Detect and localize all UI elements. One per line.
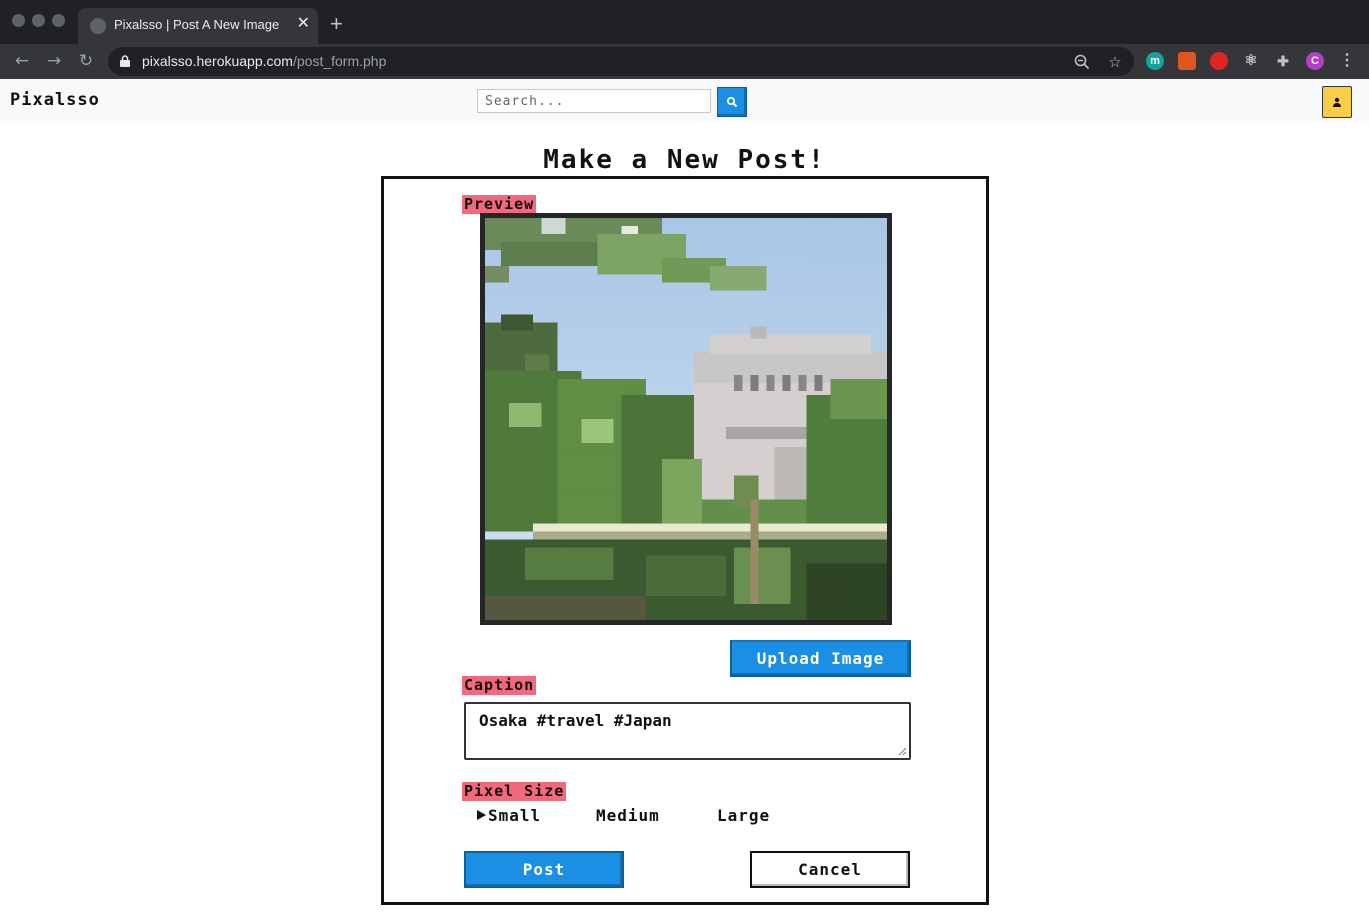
pixel-size-large[interactable]: Large xyxy=(717,806,770,825)
resize-grip-icon[interactable] xyxy=(897,746,907,756)
user-icon xyxy=(1333,97,1341,107)
extension-react-icon[interactable]: ⚛ xyxy=(1242,52,1260,70)
browser-tab-bar: Pixalsso | Post A New Image ✕ + xyxy=(0,0,1369,44)
upload-image-button[interactable]: Upload Image xyxy=(730,640,911,677)
account-button[interactable] xyxy=(1322,86,1352,118)
caption-label: Caption xyxy=(462,676,537,695)
caption-input[interactable]: Osaka #travel #Japan xyxy=(464,702,911,760)
extension-m-icon[interactable]: m xyxy=(1146,52,1164,70)
forward-arrow-icon[interactable]: → xyxy=(42,49,66,73)
address-bar[interactable]: pixalsso.herokuapp.com/post_form.php ☆ xyxy=(108,47,1134,76)
extension-shield-icon[interactable] xyxy=(1178,52,1196,70)
browser-tab[interactable]: Pixalsso | Post A New Image ✕ xyxy=(78,8,318,44)
cancel-button[interactable]: Cancel xyxy=(750,851,910,888)
tab-title: Pixalsso | Post A New Image xyxy=(114,17,280,32)
lock-icon xyxy=(120,55,130,67)
close-icon[interactable]: ✕ xyxy=(297,14,310,34)
window-close-dot[interactable] xyxy=(12,14,25,27)
page-title: Make a New Post! xyxy=(543,145,826,175)
extensions-puzzle-icon[interactable]: ✚ xyxy=(1274,52,1292,70)
zoom-icon[interactable] xyxy=(1072,52,1092,72)
window-minimize-dot[interactable] xyxy=(32,14,45,27)
back-arrow-icon[interactable]: ← xyxy=(10,49,34,73)
search-input[interactable] xyxy=(477,89,711,113)
browser-toolbar: ← → ↻ pixalsso.herokuapp.com/post_form.p… xyxy=(0,44,1369,79)
extension-hand-icon[interactable] xyxy=(1210,52,1228,70)
profile-avatar[interactable]: C xyxy=(1306,52,1324,70)
search-button[interactable] xyxy=(717,87,747,117)
search-icon xyxy=(726,96,738,108)
app-header: Pixalsso xyxy=(0,79,1369,123)
globe-icon xyxy=(90,18,106,34)
brand-logo[interactable]: Pixalsso xyxy=(10,90,100,110)
url-text: pixalsso.herokuapp.com/post_form.php xyxy=(142,53,387,69)
pixel-size-small[interactable]: Small xyxy=(488,806,541,825)
pixelated-image xyxy=(485,218,887,620)
selected-triangle-icon xyxy=(477,810,486,820)
window-zoom-dot[interactable] xyxy=(52,14,65,27)
post-button[interactable]: Post xyxy=(464,851,624,888)
image-preview xyxy=(480,213,892,625)
preview-label: Preview xyxy=(462,195,537,214)
pixel-size-label: Pixel Size xyxy=(462,782,567,801)
post-form: Preview Upload Image Caption Osaka #trav… xyxy=(381,176,989,905)
reload-icon[interactable]: ↻ xyxy=(74,49,98,73)
browser-menu-icon[interactable]: ⋮ xyxy=(1338,52,1356,70)
pixel-size-medium[interactable]: Medium xyxy=(596,806,660,825)
bookmark-star-icon[interactable]: ☆ xyxy=(1105,52,1125,72)
new-tab-button[interactable]: + xyxy=(330,12,343,36)
